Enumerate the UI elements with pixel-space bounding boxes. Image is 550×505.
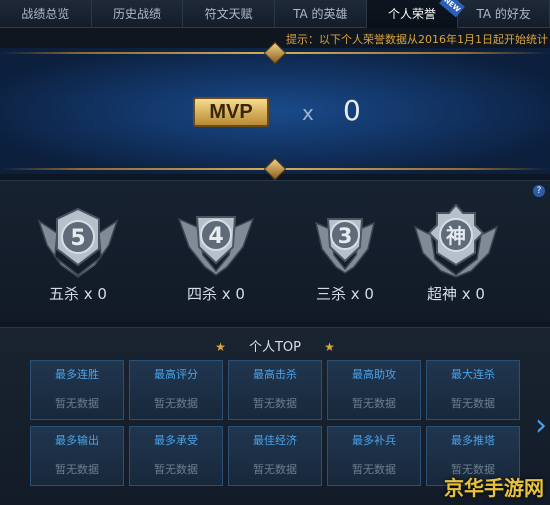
cell-value: 暂无数据 xyxy=(352,463,396,476)
tip-text: 提示：以下个人荣誉数据从2016年1月1日起开始统计 xyxy=(286,33,548,46)
cell-value: 暂无数据 xyxy=(154,463,198,476)
legendary-medal-icon: 神 xyxy=(413,203,499,278)
personal-top-panel: ★ 个人TOP ★ 最多连胜 暂无数据 最高评分 暂无数据 最高击杀 暂无数据 … xyxy=(0,327,550,505)
watermark-logo: 京华手游网 xyxy=(444,476,544,500)
medal-label-penta: 五杀 x 0 xyxy=(49,285,107,303)
cell-title: 最佳经济 xyxy=(253,434,297,447)
star-icon: ★ xyxy=(215,340,226,354)
mvp-count: 0 xyxy=(343,94,361,127)
triple-kill-medal-icon: 3 xyxy=(314,218,376,274)
cell-title: 最多补兵 xyxy=(352,434,396,447)
medal-glyph: 4 xyxy=(208,224,223,249)
medal-label-quadra: 四杀 x 0 xyxy=(187,285,245,303)
tab-honors-label: 个人荣誉 xyxy=(388,7,437,21)
mvp-badge: MVP xyxy=(193,97,269,127)
cell-title: 最高击杀 xyxy=(253,368,297,381)
top-cell-best-economy[interactable]: 最佳经济 暂无数据 xyxy=(228,426,322,486)
top-cell-most-assists[interactable]: 最高助攻 暂无数据 xyxy=(327,360,421,420)
mvp-panel: MVP x 0 xyxy=(0,41,550,181)
cell-value: 暂无数据 xyxy=(55,463,99,476)
tab-bar: 战绩总览 历史战绩 符文天赋 TA 的英雄 个人荣誉 NEW TA 的好友 xyxy=(0,0,550,28)
personal-top-title: 个人TOP xyxy=(248,340,301,355)
tab-heroes[interactable]: TA 的英雄 xyxy=(275,0,367,28)
medal-penta-kill: 5 五杀 x 0 xyxy=(28,201,128,304)
cell-value: 暂无数据 xyxy=(451,397,495,410)
tab-runes[interactable]: 符文天赋 xyxy=(183,0,276,28)
medal-glyph: 3 xyxy=(338,224,353,248)
top-cell-most-tanked[interactable]: 最多承受 暂无数据 xyxy=(129,426,223,486)
tab-overview[interactable]: 战绩总览 xyxy=(0,0,92,28)
medal-legendary: 神 超神 x 0 xyxy=(406,201,506,304)
top-cell-win-streak[interactable]: 最多连胜 暂无数据 xyxy=(30,360,124,420)
medal-glyph: 5 xyxy=(70,226,85,251)
cell-title: 最高助攻 xyxy=(352,368,396,381)
tab-history[interactable]: 历史战绩 xyxy=(92,0,184,28)
medal-glyph: 神 xyxy=(446,224,466,248)
cell-title: 最高评分 xyxy=(154,368,198,381)
medal-triple-kill: 3 三杀 x 0 xyxy=(295,201,395,304)
gold-ornament-bottom xyxy=(263,157,287,181)
cell-title: 最多连胜 xyxy=(55,368,99,381)
top-cell-most-damage[interactable]: 最多输出 暂无数据 xyxy=(30,426,124,486)
medal-panel: ? 5 五杀 x 0 4 四杀 x 0 3 三杀 x 0 神 超神 x 0 xyxy=(0,180,550,322)
cell-value: 暂无数据 xyxy=(253,463,297,476)
cell-title: 最大连杀 xyxy=(451,368,495,381)
cell-value: 暂无数据 xyxy=(55,397,99,410)
cell-title: 最多推塔 xyxy=(451,434,495,447)
cell-title: 最多承受 xyxy=(154,434,198,447)
top-cell-kill-streak[interactable]: 最大连杀 暂无数据 xyxy=(426,360,520,420)
medal-label-legendary: 超神 x 0 xyxy=(427,285,485,303)
help-icon[interactable]: ? xyxy=(533,185,545,197)
top-cell-highest-rating[interactable]: 最高评分 暂无数据 xyxy=(129,360,223,420)
medal-label-triple: 三杀 x 0 xyxy=(316,285,374,303)
top-cell-most-cs[interactable]: 最多补兵 暂无数据 xyxy=(327,426,421,486)
penta-kill-medal-icon: 5 xyxy=(37,207,119,278)
cell-value: 暂无数据 xyxy=(154,397,198,410)
cell-value: 暂无数据 xyxy=(352,397,396,410)
quadra-kill-medal-icon: 4 xyxy=(177,216,255,276)
medal-quadra-kill: 4 四杀 x 0 xyxy=(166,201,266,304)
mvp-multiplier: x xyxy=(302,101,314,125)
top-cell-most-kills[interactable]: 最高击杀 暂无数据 xyxy=(228,360,322,420)
cell-title: 最多输出 xyxy=(55,434,99,447)
cell-value: 暂无数据 xyxy=(253,397,297,410)
tab-honors[interactable]: 个人荣誉 NEW xyxy=(366,0,466,28)
star-icon: ★ xyxy=(324,340,335,354)
next-page-arrow-icon[interactable]: › xyxy=(535,408,547,443)
tab-friends[interactable]: TA 的好友 xyxy=(458,0,550,28)
personal-top-header: ★ 个人TOP ★ xyxy=(0,336,550,355)
